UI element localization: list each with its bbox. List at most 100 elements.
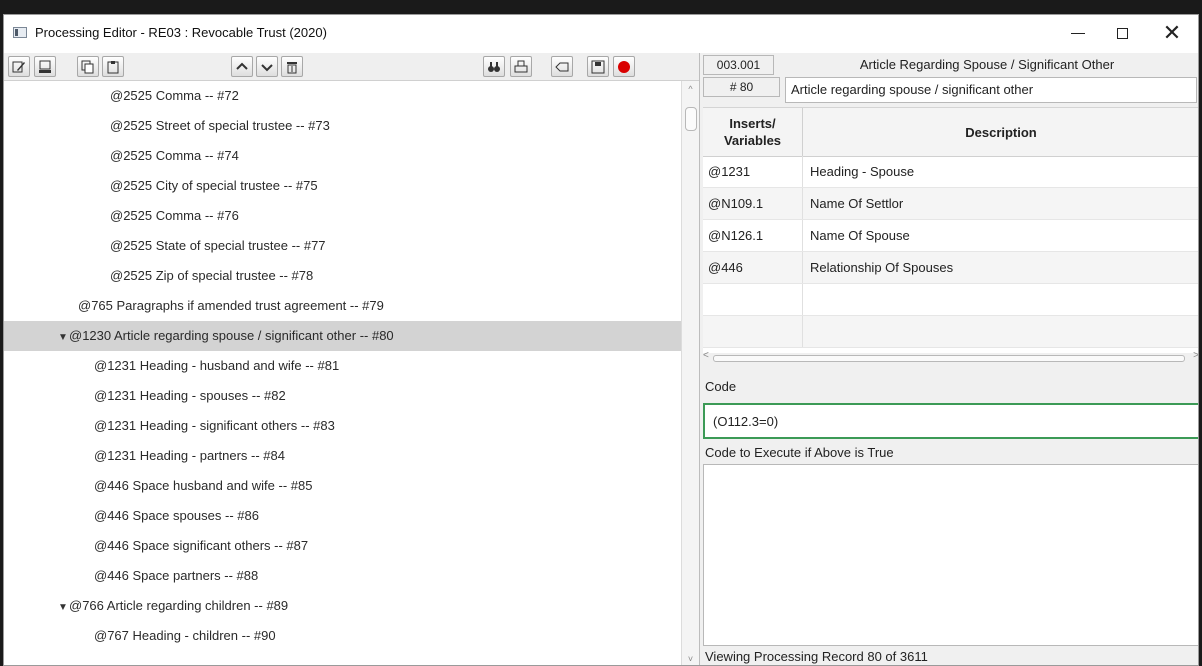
variable-cell: @446 [703, 252, 803, 283]
move-down-button[interactable] [256, 56, 278, 77]
tree-row[interactable]: @767 Heading - children -- #90 [4, 621, 681, 651]
expand-arrow-icon[interactable]: ▼ [58, 323, 69, 353]
toolbar [4, 53, 699, 81]
tree-row[interactable]: @446 Space significant others -- #87 [4, 531, 681, 561]
tree-row-label: @446 Space significant others -- #87 [94, 538, 309, 553]
tree-row-label: @766 Article regarding children -- #89 [69, 598, 289, 613]
tree-row[interactable]: @2525 City of special trustee -- #75 [4, 171, 681, 201]
tree-row[interactable]: @2525 Zip of special trustee -- #78 [4, 261, 681, 291]
move-down-icon [261, 63, 273, 71]
scroll-left-arrow-icon[interactable]: < [703, 350, 709, 361]
code-to-execute-area[interactable] [703, 464, 1198, 646]
close-icon: ✕ [1162, 20, 1182, 45]
description-cell [803, 284, 1198, 315]
tree-row[interactable]: @2525 State of special trustee -- #77 [4, 231, 681, 261]
tree-row-label: @446 Space husband and wife -- #85 [94, 478, 313, 493]
print-icon [514, 60, 528, 72]
maximize-button[interactable] [1102, 19, 1142, 47]
record-code: 003.001 [703, 55, 774, 75]
tree-row-label: @2525 Comma -- #76 [110, 208, 239, 223]
tree-row-label: @2525 Street of special trustee -- #73 [110, 118, 330, 133]
tag-button[interactable] [551, 56, 573, 77]
minimize-button[interactable] [1058, 19, 1098, 47]
tree-row-label: @1230 Article regarding spouse / signifi… [69, 328, 394, 343]
table-row[interactable]: @N126.1 Name Of Spouse [703, 220, 1198, 252]
print-button[interactable] [510, 56, 532, 77]
find-button[interactable] [483, 56, 505, 77]
tag-icon [555, 62, 569, 71]
scrollbar-track[interactable] [713, 355, 1185, 362]
grid-horizontal-scrollbar[interactable]: < > [703, 350, 1198, 363]
tree-row[interactable]: @1231 Heading - husband and wife -- #81 [4, 351, 681, 381]
scroll-down-arrow-icon[interactable]: ˅ [682, 651, 699, 665]
tree-row[interactable]: @2525 Street of special trustee -- #73 [4, 111, 681, 141]
find-icon [488, 61, 500, 72]
processing-editor-window: Processing Editor - RE03 : Revocable Tru… [3, 14, 1199, 666]
copy-button[interactable] [77, 56, 99, 77]
maximize-icon [1116, 27, 1128, 39]
table-row[interactable]: @N109.1 Name Of Settlor [703, 188, 1198, 220]
table-row[interactable] [703, 284, 1198, 316]
print-preview-icon [39, 60, 51, 73]
tree-row-label: @765 Paragraphs if amended trust agreeme… [78, 298, 384, 313]
tree-row[interactable]: @446 Space husband and wife -- #85 [4, 471, 681, 501]
delete-icon [287, 61, 297, 73]
record-button[interactable] [613, 56, 635, 77]
record-number: # 80 [703, 77, 780, 97]
edit-button[interactable] [8, 56, 30, 77]
variable-cell: @1231 [703, 156, 803, 187]
tree-row[interactable]: @446 Space spouses -- #86 [4, 501, 681, 531]
tree-row[interactable]: @446 Space partners -- #88 [4, 561, 681, 591]
paste-button[interactable] [102, 56, 124, 77]
tree-row-label: @446 Space partners -- #88 [94, 568, 259, 583]
tree-row[interactable]: ▼@1230 Article regarding spouse / signif… [4, 321, 681, 351]
variable-cell [703, 316, 803, 347]
tree-row[interactable]: ▼@766 Article regarding children -- #89 [4, 591, 681, 621]
tree-row[interactable]: @2525 Comma -- #76 [4, 201, 681, 231]
tree-row-label: @2525 Comma -- #72 [110, 88, 239, 103]
tree-vertical-scrollbar[interactable]: ^ ˅ [681, 81, 699, 665]
grid-header: Inserts/ Variables Description [703, 108, 1198, 157]
scroll-right-arrow-icon[interactable]: > [1193, 350, 1198, 361]
table-row[interactable]: @1231 Heading - Spouse [703, 156, 1198, 188]
paste-icon [107, 60, 119, 73]
scrollbar-thumb[interactable] [685, 107, 697, 131]
code-to-execute-label: Code to Execute if Above is True [705, 445, 894, 460]
column-header-variables[interactable]: Inserts/ Variables [703, 108, 803, 156]
tree-row-label: @2525 City of special trustee -- #75 [110, 178, 318, 193]
copy-icon [81, 60, 94, 73]
title-bar: Processing Editor - RE03 : Revocable Tru… [4, 15, 1198, 51]
tree-row[interactable]: @1231 Heading - spouses -- #82 [4, 381, 681, 411]
record-title: Article Regarding Spouse / Significant O… [859, 57, 1115, 72]
code-input[interactable] [703, 403, 1198, 439]
description-cell: Relationship Of Spouses [810, 260, 954, 275]
tree-row[interactable]: @2525 Comma -- #74 [4, 141, 681, 171]
variable-cell [703, 284, 803, 315]
minimize-icon [1071, 32, 1085, 34]
tree-row[interactable]: @765 Paragraphs if amended trust agreeme… [4, 291, 681, 321]
save-button[interactable] [587, 56, 609, 77]
move-up-button[interactable] [231, 56, 253, 77]
status-bar-text: Viewing Processing Record 80 of 3611 [705, 649, 928, 664]
tree-row[interactable]: @1231 Heading - partners -- #84 [4, 441, 681, 471]
tree-row-label: @446 Space spouses -- #86 [94, 508, 259, 523]
description-cell [803, 316, 1198, 347]
variable-cell: @N126.1 [703, 220, 803, 251]
tree-row-label: @1231 Heading - significant others -- #8… [94, 418, 335, 433]
tree-row-label: @1231 Heading - spouses -- #82 [94, 388, 286, 403]
tree-row[interactable]: @1231 Heading - significant others -- #8… [4, 411, 681, 441]
code-label: Code [705, 379, 737, 394]
table-row[interactable] [703, 316, 1198, 348]
print-preview-button[interactable] [34, 56, 56, 77]
tree-row[interactable]: @2525 Comma -- #72 [4, 81, 681, 111]
close-button[interactable]: ✕ [1152, 19, 1192, 47]
column-header-description[interactable]: Description [803, 108, 1198, 156]
record-description-field[interactable]: Article regarding spouse / significant o… [785, 77, 1197, 103]
delete-button[interactable] [281, 56, 303, 77]
scroll-up-arrow-icon[interactable]: ^ [682, 81, 699, 97]
table-row[interactable]: @446 Relationship Of Spouses [703, 252, 1198, 284]
processing-tree: @2525 Comma -- #72 @2525 Street of specia… [4, 81, 681, 665]
tree-row-label: @1231 Heading - partners -- #84 [94, 448, 285, 463]
window-title: Processing Editor - RE03 : Revocable Tru… [35, 25, 327, 40]
expand-arrow-icon[interactable]: ▼ [58, 593, 69, 623]
